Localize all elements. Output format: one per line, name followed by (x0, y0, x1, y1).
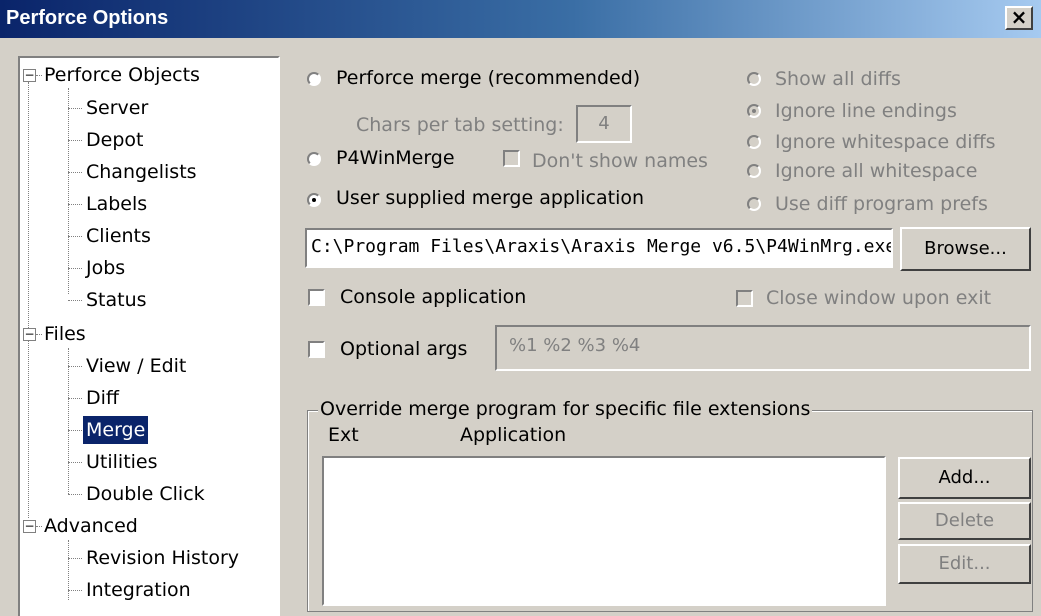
tree-group-perforce-objects[interactable]: Perforce Objects (44, 61, 200, 89)
p4winmerge-label[interactable]: P4WinMerge (336, 147, 455, 169)
p4winmerge-radio[interactable] (307, 152, 321, 166)
delete-button[interactable]: Delete (898, 502, 1031, 540)
use-diff-prefs-label[interactable]: Use diff program prefs (775, 193, 988, 215)
close-window-label[interactable]: Close window upon exit (766, 287, 991, 309)
tree-line (68, 590, 82, 591)
tree-line (68, 462, 82, 463)
merge-app-path-field[interactable]: C:\Program Files\Araxis\Araxis Merge v6.… (305, 228, 893, 268)
tree-item-depot[interactable]: Depot (86, 126, 143, 154)
radio-selected-dot (752, 109, 756, 113)
tree-line (68, 398, 82, 399)
ignore-whitespace-diffs-label[interactable]: Ignore whitespace diffs (775, 131, 996, 153)
use-diff-prefs-radio[interactable] (747, 197, 761, 211)
title-bar: Perforce Options × (0, 0, 1041, 38)
close-window-checkbox[interactable] (736, 290, 753, 307)
ignore-all-whitespace-radio[interactable] (747, 164, 761, 178)
tree-item-jobs[interactable]: Jobs (86, 254, 125, 282)
tree-line (36, 334, 42, 335)
dont-show-names-checkbox[interactable] (503, 150, 520, 167)
tree-line (68, 348, 69, 494)
extensions-list[interactable] (322, 456, 886, 606)
tree-item-clients[interactable]: Clients (86, 222, 151, 250)
tree-line (68, 366, 82, 367)
tree-line (68, 268, 82, 269)
window-title: Perforce Options (6, 7, 169, 29)
tree-item-double-click[interactable]: Double Click (86, 480, 205, 508)
ignore-whitespace-diffs-radio[interactable] (747, 135, 761, 149)
chars-per-tab-label: Chars per tab setting: (356, 114, 564, 136)
tree-item-labels[interactable]: Labels (86, 190, 147, 218)
override-group-title: Override merge program for specific file… (318, 398, 813, 420)
tree-line (68, 494, 82, 495)
tree-item-integration[interactable]: Integration (86, 576, 191, 604)
show-all-diffs-radio[interactable] (747, 72, 761, 86)
user-supplied-label[interactable]: User supplied merge application (336, 187, 644, 209)
tree-line (36, 75, 42, 76)
ignore-line-endings-radio[interactable] (747, 104, 761, 118)
tree-item-server[interactable]: Server (86, 94, 148, 122)
tree-item-utilities[interactable]: Utilities (86, 448, 158, 476)
collapse-icon[interactable]: − (23, 328, 36, 341)
add-button[interactable]: Add... (898, 457, 1031, 499)
perforce-merge-label[interactable]: Perforce merge (recommended) (336, 67, 640, 89)
tree-line (68, 204, 82, 205)
ignore-all-whitespace-label[interactable]: Ignore all whitespace (775, 160, 977, 182)
optional-args-field[interactable]: %1 %2 %3 %4 (495, 325, 1031, 371)
dont-show-names-label[interactable]: Don't show names (532, 150, 708, 172)
tree-line (68, 540, 69, 600)
tree-group-advanced[interactable]: Advanced (44, 512, 138, 540)
browse-button[interactable]: Browse... (900, 227, 1031, 271)
ignore-line-endings-label[interactable]: Ignore line endings (775, 100, 957, 122)
tree-line (68, 300, 82, 301)
tree-item-changelists[interactable]: Changelists (86, 158, 197, 186)
tree-line (36, 526, 42, 527)
tree-line (68, 430, 82, 431)
tree-line (68, 236, 82, 237)
show-all-diffs-label[interactable]: Show all diffs (775, 68, 901, 90)
collapse-icon[interactable]: − (23, 520, 36, 533)
tree-item-view-edit[interactable]: View / Edit (86, 352, 186, 380)
tree-item-diff[interactable]: Diff (86, 384, 119, 412)
user-supplied-radio[interactable] (307, 193, 321, 207)
chars-per-tab-field[interactable]: 4 (576, 105, 632, 143)
tree-line (68, 172, 82, 173)
tree-item-merge[interactable]: Merge (83, 416, 149, 444)
tree-item-status[interactable]: Status (86, 286, 147, 314)
perforce-merge-radio[interactable] (307, 72, 321, 86)
tree-line (68, 108, 82, 109)
tree-line (68, 558, 82, 559)
console-app-checkbox[interactable] (308, 289, 325, 306)
tree-group-files[interactable]: Files (44, 320, 86, 348)
close-button[interactable]: × (1005, 6, 1033, 30)
console-app-label[interactable]: Console application (340, 286, 526, 308)
collapse-icon[interactable]: − (23, 69, 36, 82)
tree-line (68, 88, 69, 294)
ext-column-header: Ext (328, 424, 359, 446)
optional-args-label[interactable]: Optional args (340, 338, 467, 360)
radio-selected-dot (312, 198, 316, 202)
tree-line (68, 140, 82, 141)
optional-args-checkbox[interactable] (308, 341, 325, 358)
tree-line (28, 82, 29, 518)
edit-button[interactable]: Edit... (898, 544, 1031, 584)
tree-item-revision-history[interactable]: Revision History (86, 544, 239, 572)
options-tree[interactable]: − Perforce Objects Server Depot Changeli… (18, 56, 280, 616)
application-column-header: Application (460, 424, 567, 446)
